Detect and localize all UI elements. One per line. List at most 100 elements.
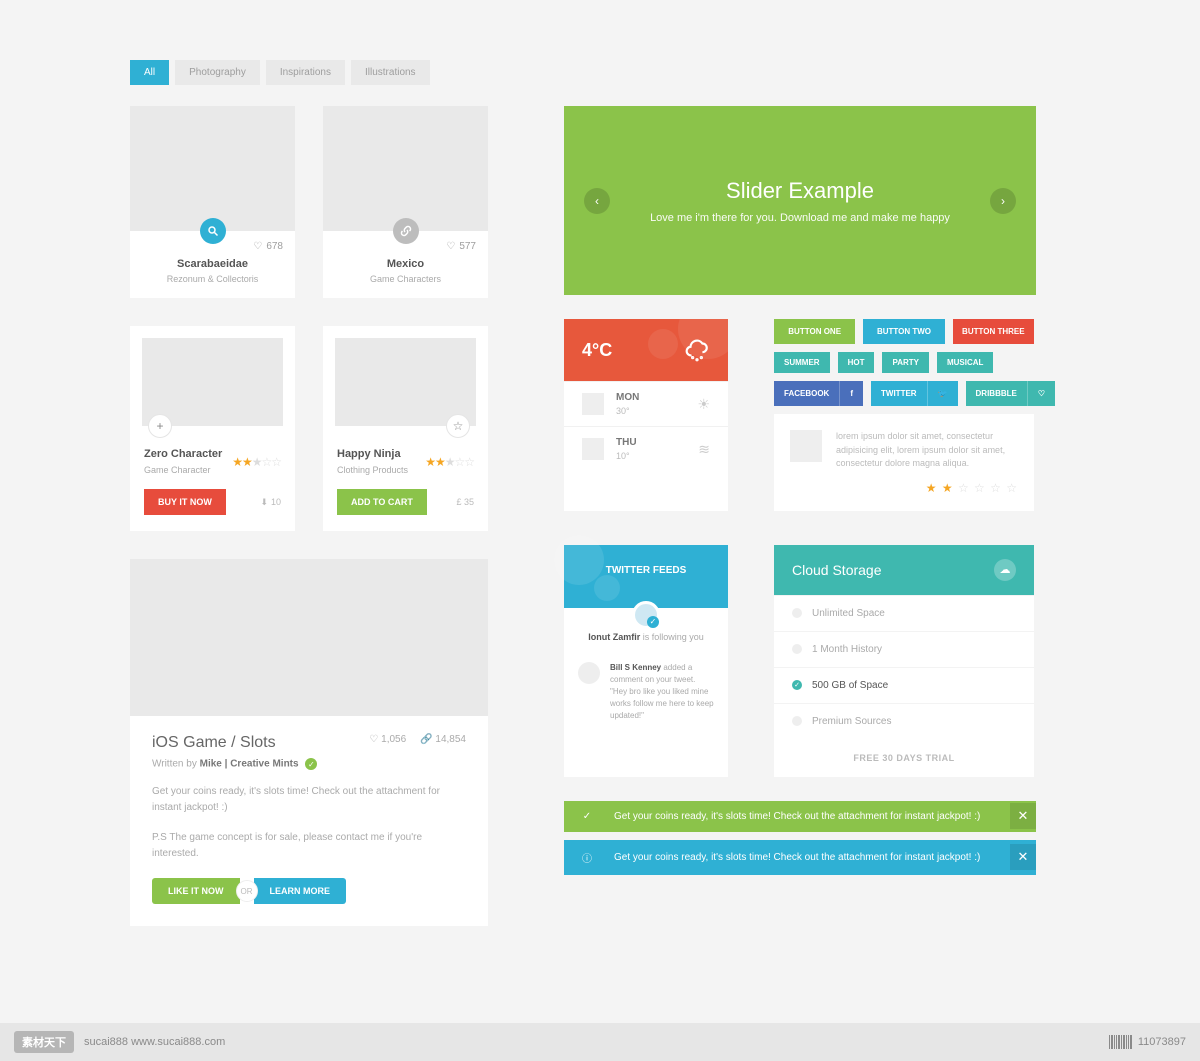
card-subtitle: Game Characters (323, 270, 488, 298)
alert-info: ⓘ Get your coins ready, it's slots time!… (564, 840, 1036, 875)
slider-title: Slider Example (650, 178, 950, 204)
gallery-card[interactable]: ♡ 577 Mexico Game Characters (323, 106, 488, 298)
button-two[interactable]: BUTTON TWO (863, 319, 944, 344)
filter-inspirations[interactable]: Inspirations (266, 60, 345, 85)
verified-icon: ✓ (647, 616, 659, 628)
like-value: 678 (266, 241, 283, 252)
product-category: Game Character (144, 465, 222, 475)
article-image (130, 559, 488, 716)
buy-button[interactable]: BUY IT NOW (144, 489, 226, 515)
card-title: Scarabaeidae (130, 258, 295, 270)
sun-icon: ☀ (697, 396, 710, 413)
cloud-option[interactable]: 1 Month History (774, 631, 1034, 667)
product-category: Clothing Products (337, 465, 408, 475)
learn-more-button[interactable]: LEARN MORE (254, 878, 347, 904)
like-button[interactable]: LIKE IT NOW (152, 878, 240, 904)
weather-thumb (582, 393, 604, 415)
review-avatar (790, 430, 822, 462)
product-image: + (142, 338, 283, 426)
product-image: ☆ (335, 338, 476, 426)
footer-id: 11073897 (1109, 1035, 1186, 1049)
product-card[interactable]: + Zero Character Game Character ★★★☆☆ BU… (130, 326, 295, 531)
button-one[interactable]: BUTTON ONE (774, 319, 855, 344)
article-desc-2: P.S The game concept is for sale, please… (152, 830, 466, 862)
link-icon[interactable] (393, 218, 419, 244)
cloud-option[interactable]: Unlimited Space (774, 595, 1034, 631)
filter-tabs: All Photography Inspirations Illustratio… (130, 60, 1070, 85)
weather-temp: 4°C (582, 340, 612, 361)
radio-icon (792, 608, 802, 618)
tag-musical[interactable]: MUSICAL (937, 352, 993, 373)
filter-illustrations[interactable]: Illustrations (351, 60, 430, 85)
card-title: Mexico (323, 258, 488, 270)
alert-text: Get your coins ready, it's slots time! C… (614, 852, 980, 863)
twitter-avatar[interactable]: ✓ (632, 601, 660, 629)
alert-success: ✓ Get your coins ready, it's slots time!… (564, 801, 1036, 832)
card-subtitle: Rezonum & Collectoris (130, 270, 295, 298)
alert-text: Get your coins ready, it's slots time! C… (614, 811, 980, 822)
article-desc-1: Get your coins ready, it's slots time! C… (152, 784, 466, 816)
tag-summer[interactable]: SUMMER (774, 352, 830, 373)
product-card[interactable]: ☆ Happy Ninja Clothing Products ★★★☆☆ AD… (323, 326, 488, 531)
twitter-post[interactable]: Bill S Kenney added a comment on your tw… (578, 662, 714, 722)
cloud-option[interactable]: ✓500 GB of Space (774, 667, 1034, 703)
review-stars: ★ ★ ☆ ☆ ☆ ☆ (790, 481, 1018, 495)
link-icon: 🔗 (420, 734, 432, 745)
footer-url: sucai888 www.sucai888.com (84, 1036, 225, 1048)
heart-icon: ♡ (1027, 381, 1055, 406)
or-divider: OR (236, 880, 258, 902)
twitter-button[interactable]: TWITTER🐦 (871, 381, 958, 406)
weather-day-row[interactable]: THU10° ≋ (564, 426, 728, 471)
radio-icon (792, 716, 802, 726)
weather-day-name: THU (616, 437, 637, 448)
cloud-option[interactable]: Premium Sources (774, 703, 1034, 739)
radio-icon (792, 644, 802, 654)
cloud-icon: ☁ (994, 559, 1016, 581)
alert-close-button[interactable]: ✕ (1010, 844, 1036, 870)
alert-close-button[interactable]: ✕ (1010, 803, 1036, 829)
review-card: lorem ipsum dolor sit amet, consectetur … (774, 414, 1034, 511)
gallery-card[interactable]: ♡ 678 Scarabaeidae Rezonum & Collectoris (130, 106, 295, 298)
like-value: 577 (459, 241, 476, 252)
weather-day-value: 30° (616, 406, 639, 416)
search-icon[interactable] (200, 218, 226, 244)
download-icon: ⬇ (260, 497, 268, 508)
card-image (130, 106, 295, 231)
tag-party[interactable]: PARTY (882, 352, 929, 373)
add-to-cart-button[interactable]: ADD TO CART (337, 489, 427, 515)
radio-checked-icon: ✓ (792, 680, 802, 690)
article-author: Written by Mike | Creative Mints ✓ (152, 758, 317, 770)
article-links[interactable]: 🔗 14,854 (420, 734, 466, 745)
tag-hot[interactable]: HOT (838, 352, 875, 373)
heart-icon: ♡ (369, 734, 378, 745)
slider: ‹ Slider Example Love me i'm there for y… (564, 106, 1036, 295)
weather-widget: 4°C MON30° ☀ THU10° ≋ (564, 319, 728, 511)
filter-all[interactable]: All (130, 60, 169, 85)
slider-prev-button[interactable]: ‹ (584, 188, 610, 214)
footer-brand: 素材天下 (14, 1031, 74, 1053)
info-icon: ⓘ (578, 850, 596, 865)
product-name: Zero Character (144, 448, 222, 460)
product-price: £ 35 (456, 497, 474, 507)
weather-day-row[interactable]: MON30° ☀ (564, 381, 728, 426)
button-three[interactable]: BUTTON THREE (953, 319, 1034, 344)
add-icon[interactable]: + (148, 414, 172, 438)
slider-subtitle: Love me i'm there for you. Download me a… (650, 212, 950, 224)
twitter-icon: 🐦 (927, 381, 958, 406)
facebook-button[interactable]: FACEBOOKf (774, 381, 863, 406)
heart-icon: ♡ (253, 241, 262, 252)
check-icon: ✓ (578, 811, 596, 822)
twitter-widget: TWITTER FEEDS ✓ Ionut Zamfir is followin… (564, 545, 728, 777)
review-text: lorem ipsum dolor sit amet, consectetur … (836, 430, 1018, 471)
cloud-header: Cloud Storage ☁ (774, 545, 1034, 595)
article-likes[interactable]: ♡ 1,056 (369, 734, 406, 745)
dribbble-button[interactable]: DRIBBBLE♡ (966, 381, 1056, 406)
product-name: Happy Ninja (337, 448, 408, 460)
article-card: iOS Game / Slots Written by Mike | Creat… (130, 559, 488, 926)
filter-photography[interactable]: Photography (175, 60, 260, 85)
twitter-header: TWITTER FEEDS (564, 545, 728, 608)
slider-next-button[interactable]: › (990, 188, 1016, 214)
cloud-trial-label: FREE 30 DAYS TRIAL (774, 739, 1034, 777)
star-icon[interactable]: ☆ (446, 414, 470, 438)
post-avatar (578, 662, 600, 684)
